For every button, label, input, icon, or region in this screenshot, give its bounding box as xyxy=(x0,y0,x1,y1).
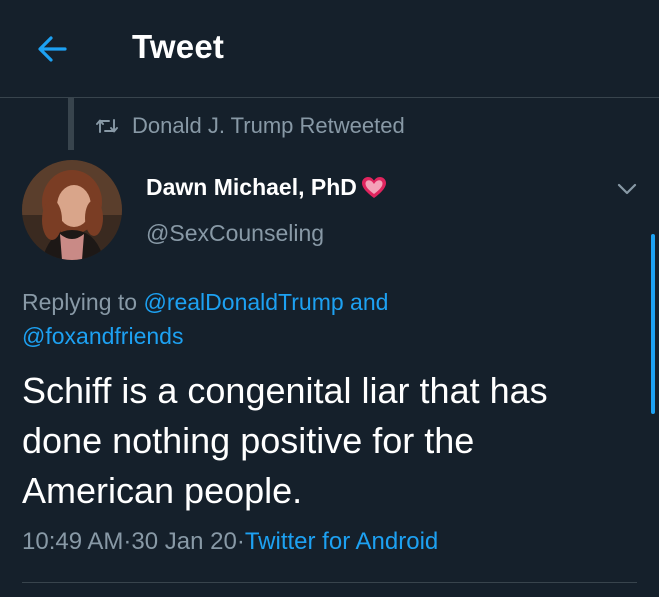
meta-separator: · xyxy=(236,528,245,555)
tweet-meta: 10:49 AM · 30 Jan 20 · Twitter for Andro… xyxy=(22,528,438,556)
chevron-down-icon xyxy=(617,183,637,195)
tweet-date: 30 Jan 20 xyxy=(131,528,237,555)
replying-to: Replying to @realDonaldTrump and @foxandf… xyxy=(22,285,582,353)
tweet-screen: Tweet Donald J. Trump Retweeted Dawn Mic… xyxy=(0,0,659,597)
back-arrow-icon xyxy=(38,36,67,62)
tweet-body: Schiff is a congenital liar that has don… xyxy=(22,370,548,511)
retweet-icon xyxy=(96,119,118,133)
scrollbar[interactable] xyxy=(651,234,655,414)
author-display-name: Dawn Michael, PhD xyxy=(146,174,357,200)
tweet-source-link[interactable]: Twitter for Android xyxy=(245,528,438,556)
mention-link[interactable]: @realDonaldTrump xyxy=(143,289,343,315)
replying-prefix: Replying to xyxy=(22,289,144,315)
author-handle[interactable]: @SexCounseling xyxy=(146,220,324,247)
page-title: Tweet xyxy=(132,28,225,65)
tweet-options-button[interactable] xyxy=(612,174,642,204)
thread-context-line xyxy=(68,98,74,150)
retweet-context[interactable]: Donald J. Trump Retweeted xyxy=(96,112,405,140)
meta-separator: · xyxy=(123,528,132,555)
retweet-label: Donald J. Trump Retweeted xyxy=(132,113,405,138)
heart-emoji-icon xyxy=(361,176,386,198)
avatar[interactable] xyxy=(22,160,122,260)
app-header: Tweet xyxy=(0,0,659,98)
author-name[interactable]: Dawn Michael, PhD xyxy=(146,174,387,201)
tweet-time: 10:49 AM xyxy=(22,528,124,555)
mention-link[interactable]: @foxandfriends xyxy=(22,323,183,349)
replying-connector[interactable]: and xyxy=(344,289,388,315)
divider xyxy=(22,582,637,583)
avatar-photo xyxy=(22,160,122,260)
back-button[interactable] xyxy=(30,30,74,68)
